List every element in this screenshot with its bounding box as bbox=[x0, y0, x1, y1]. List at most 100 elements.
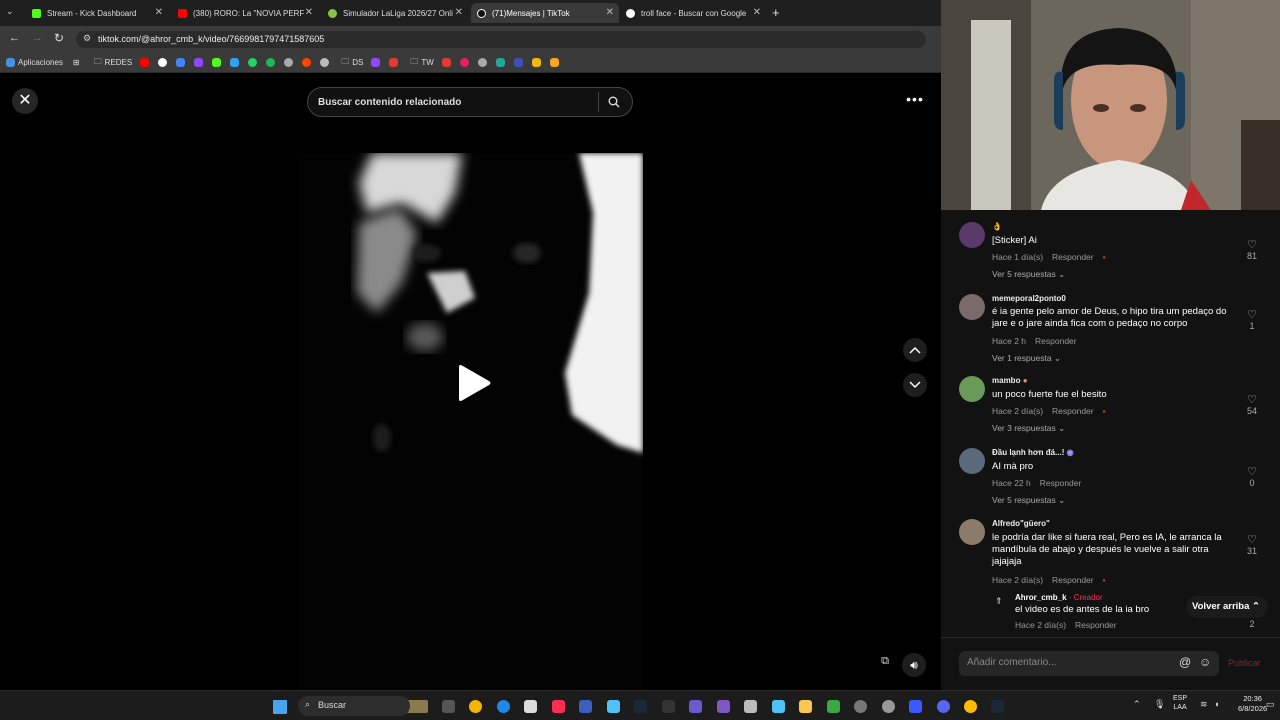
grid-icon[interactable]: ⊞ bbox=[73, 58, 80, 67]
tiktok-icon[interactable] bbox=[552, 700, 565, 713]
app-icon[interactable] bbox=[442, 700, 455, 713]
comment-username[interactable]: mambo ● bbox=[992, 376, 1028, 385]
obs-icon[interactable] bbox=[882, 700, 895, 713]
reply-button[interactable]: Responder bbox=[1035, 336, 1077, 346]
view-replies-button[interactable]: Ver 5 respuestas ⌄ bbox=[992, 495, 1065, 506]
app-icon[interactable] bbox=[579, 700, 592, 713]
like-button[interactable]: ♡ 0 bbox=[1241, 465, 1263, 488]
bookmark-chatgpt[interactable] bbox=[320, 58, 332, 67]
like-button[interactable]: ♡ 31 bbox=[1241, 533, 1263, 556]
tray-chevron-icon[interactable]: ⌃ bbox=[1133, 699, 1141, 710]
more-options-icon[interactable]: ••• bbox=[901, 88, 929, 112]
tab-kick[interactable]: Stream - Kick Dashboard ✕ bbox=[26, 3, 168, 23]
bookmark-twitch[interactable] bbox=[194, 58, 206, 67]
publish-button[interactable]: Publicar bbox=[1228, 658, 1261, 668]
edge-icon[interactable] bbox=[497, 700, 510, 713]
discord-icon[interactable] bbox=[937, 700, 950, 713]
play-icon[interactable] bbox=[456, 364, 492, 402]
new-tab-icon[interactable]: + bbox=[772, 5, 780, 20]
reply-button[interactable]: Responder bbox=[1075, 620, 1117, 630]
view-replies-button[interactable]: Ver 1 respuesta ⌄ bbox=[992, 353, 1061, 364]
tab-youtube[interactable]: (380) RORO: La "NOVIA PERFEC ✕ bbox=[172, 3, 318, 23]
bookmark-openai2[interactable] bbox=[477, 58, 490, 67]
bookmark-tw[interactable]: 🗀 TW bbox=[410, 56, 433, 70]
reply-button[interactable]: Responder bbox=[1052, 406, 1094, 416]
bookmark-openai[interactable] bbox=[284, 58, 296, 67]
comment-username[interactable]: Alfredo"güero" bbox=[992, 519, 1050, 528]
avatar[interactable] bbox=[959, 519, 985, 545]
close-icon[interactable]: ✕ bbox=[12, 88, 38, 114]
tab-laliga[interactable]: Simulador LaLiga 2026/27 Onli ✕ bbox=[322, 3, 468, 23]
bookmark-youtube2[interactable] bbox=[441, 58, 454, 67]
add-comment-input[interactable]: Añadir comentario... @ ☺ bbox=[959, 651, 1219, 676]
clock[interactable]: 20:36 6/8/2026 bbox=[1238, 694, 1267, 714]
next-video-icon[interactable] bbox=[903, 373, 927, 397]
app-icon[interactable] bbox=[662, 700, 675, 713]
reload-icon[interactable]: ↻ bbox=[54, 31, 64, 45]
site-settings-icon[interactable]: ⚙ bbox=[83, 33, 91, 44]
bookmark-youtube[interactable] bbox=[140, 58, 152, 67]
close-tab-icon[interactable]: ✕ bbox=[155, 7, 163, 18]
bookmark-whatsapp[interactable] bbox=[248, 58, 260, 67]
taskbar-search[interactable]: ⌕ Buscar bbox=[298, 696, 410, 716]
emoji-icon[interactable]: ☺ bbox=[1199, 655, 1211, 669]
back-to-top-button[interactable]: Volver arriba ⌃ bbox=[1186, 596, 1268, 618]
close-tab-icon[interactable]: ✕ bbox=[305, 7, 313, 18]
notepad-icon[interactable] bbox=[772, 700, 785, 713]
bookmark-kick[interactable] bbox=[212, 58, 224, 67]
notifications-icon[interactable]: ▭ bbox=[1266, 699, 1275, 710]
bookmark-redes[interactable]: 🗀 REDES bbox=[94, 56, 133, 70]
volume-icon[interactable]: 🔊︎ bbox=[902, 653, 926, 677]
microphone-icon[interactable]: 🎙︎ bbox=[1154, 699, 1165, 710]
reply-username[interactable]: Ahror_cmb_k · Creador bbox=[1015, 593, 1103, 602]
calculator-icon[interactable] bbox=[744, 700, 757, 713]
avatar[interactable] bbox=[959, 448, 985, 474]
like-button[interactable]: ♡ 54 bbox=[1241, 393, 1263, 416]
app-icon[interactable] bbox=[607, 700, 620, 713]
comment-username[interactable]: Đầu lạnh hơn đá...! ◉ bbox=[992, 448, 1074, 457]
bookmark-apps[interactable]: Aplicaciones bbox=[6, 58, 63, 67]
previous-video-icon[interactable] bbox=[903, 338, 927, 362]
reply-button[interactable]: Responder bbox=[1052, 252, 1094, 262]
bookmark-spotify[interactable] bbox=[266, 58, 278, 67]
windows-start-icon[interactable] bbox=[273, 700, 287, 714]
comment-username[interactable]: memeporal2ponto0 bbox=[992, 294, 1066, 303]
app-icon[interactable] bbox=[909, 700, 922, 713]
chrome-icon[interactable] bbox=[964, 700, 977, 713]
steam-icon[interactable] bbox=[634, 700, 647, 713]
related-search-input[interactable]: Buscar contenido relacionado bbox=[307, 87, 633, 117]
close-tab-icon[interactable]: ✕ bbox=[753, 7, 761, 18]
bookmark-binance[interactable] bbox=[531, 58, 544, 67]
bookmark-translate[interactable] bbox=[176, 58, 188, 67]
forward-icon[interactable]: → bbox=[32, 32, 43, 44]
steam-icon[interactable] bbox=[991, 700, 1004, 713]
language-indicator[interactable]: ESP LAA bbox=[1173, 694, 1187, 712]
search-icon[interactable] bbox=[598, 92, 628, 112]
app-icon[interactable] bbox=[717, 700, 730, 713]
app-icon[interactable] bbox=[689, 700, 702, 713]
avatar[interactable] bbox=[959, 222, 985, 248]
bookmark-pink[interactable] bbox=[459, 58, 472, 67]
avatar[interactable] bbox=[959, 376, 985, 402]
bookmark-blue[interactable] bbox=[513, 58, 526, 67]
file-explorer-icon[interactable] bbox=[799, 700, 812, 713]
bookmark-green[interactable] bbox=[495, 58, 508, 67]
reply-button[interactable]: Responder bbox=[1052, 575, 1094, 585]
bookmark-red[interactable] bbox=[389, 58, 401, 67]
close-tab-icon[interactable]: ✕ bbox=[455, 7, 463, 18]
wifi-icon[interactable]: ≋ bbox=[1200, 699, 1208, 710]
bookmark-reddit[interactable] bbox=[302, 58, 314, 67]
view-replies-button[interactable]: Ver 3 respuestas ⌄ bbox=[992, 423, 1065, 434]
like-count[interactable]: 2 bbox=[1241, 619, 1263, 629]
mention-icon[interactable]: @ bbox=[1179, 655, 1191, 669]
bookmark-w[interactable] bbox=[549, 58, 562, 67]
bookmark-ds[interactable]: 🗀 DS bbox=[341, 56, 363, 70]
tab-google[interactable]: troll face - Buscar con Google ✕ bbox=[620, 3, 766, 23]
speaker-icon[interactable]: ◖ bbox=[1214, 699, 1219, 709]
view-replies-button[interactable]: Ver 5 respuestas ⌄ bbox=[992, 269, 1065, 280]
like-button[interactable]: ♡ 1 bbox=[1241, 308, 1263, 331]
tab-tiktok[interactable]: (71)Mensajes | TikTok ✕ bbox=[471, 3, 619, 23]
back-icon[interactable]: ← bbox=[9, 32, 20, 44]
bookmark-twitch2[interactable] bbox=[371, 58, 383, 67]
app-icon[interactable] bbox=[854, 700, 867, 713]
